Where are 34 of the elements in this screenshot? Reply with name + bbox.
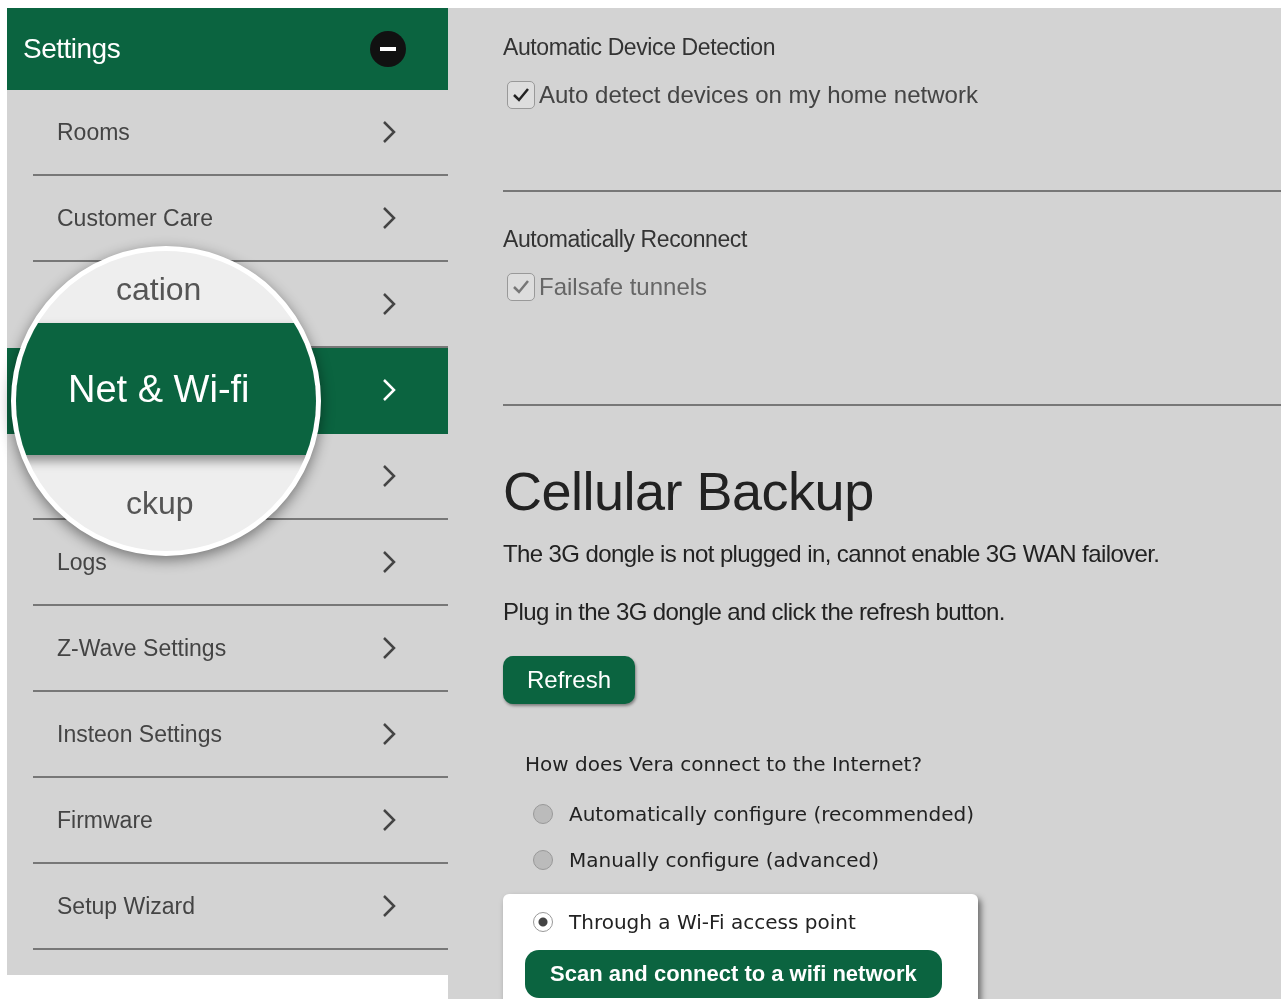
- radio-button[interactable]: [533, 804, 553, 824]
- radio-label: Manually configure (advanced): [569, 848, 880, 872]
- scan-button[interactable]: Scan and connect to a wifi network: [525, 950, 942, 998]
- check-icon: [512, 279, 530, 295]
- collapse-icon[interactable]: [370, 31, 406, 67]
- question-text: How does Vera connect to the Internet?: [525, 752, 923, 776]
- chevron-icon: [382, 464, 396, 488]
- radio-label: Through a Wi-Fi access point: [569, 910, 856, 934]
- section-heading: Automatically Reconnect: [503, 226, 749, 253]
- chevron-icon: [382, 550, 396, 574]
- checkbox-label: Auto detect devices on my home network: [539, 81, 978, 109]
- check-icon: [512, 87, 530, 103]
- magnified-text: cation: [116, 273, 202, 305]
- chevron-icon: [382, 636, 396, 660]
- radio-button[interactable]: [533, 912, 553, 932]
- checkbox[interactable]: [507, 81, 535, 109]
- chevron-icon: [382, 120, 396, 144]
- chevron-icon: [382, 206, 396, 230]
- status-message: Plug in the 3G dongle and click the refresh button.: [503, 598, 1006, 626]
- magnified-text: ckup: [126, 487, 194, 519]
- radio-label: Automatically configure (recommended): [569, 802, 975, 826]
- chevron-icon: [382, 894, 396, 918]
- chevron-icon: [382, 292, 396, 316]
- chevron-icon: [382, 378, 396, 402]
- section-title: Cellular Backup: [503, 460, 875, 522]
- chevron-icon: [382, 722, 396, 746]
- magnified-label: Net & Wi-fi: [68, 367, 250, 411]
- sidebar-title: Settings: [23, 33, 121, 65]
- chevron-icon: [382, 808, 396, 832]
- radio-button[interactable]: [533, 850, 553, 870]
- refresh-button[interactable]: Refresh: [503, 656, 636, 704]
- checkbox-label: Failsafe tunnels: [539, 273, 708, 301]
- status-message: The 3G dongle is not plugged in, cannot enable 3G WAN failover.: [503, 540, 1161, 568]
- section-heading: Automatic Device Detection: [503, 34, 777, 61]
